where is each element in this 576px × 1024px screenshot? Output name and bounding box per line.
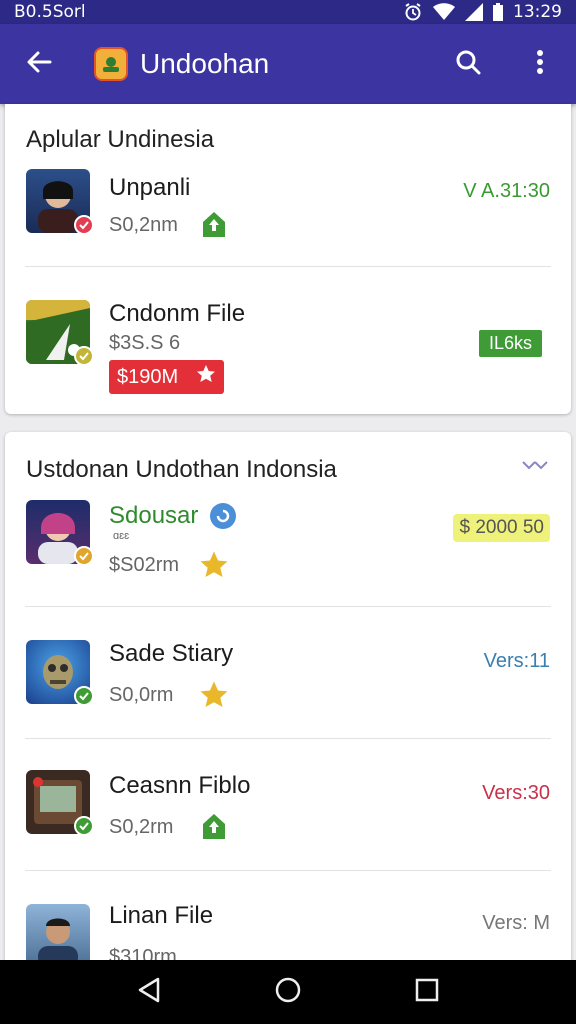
app-thumbnail [26, 169, 94, 235]
app-thumbnail [26, 300, 94, 366]
nav-recents-icon[interactable] [415, 978, 439, 1007]
status-bar: B0.5Sorl 13:29 [0, 0, 576, 24]
star-icon [196, 364, 216, 390]
app-name: Sdousar [109, 502, 199, 529]
search-button[interactable] [432, 24, 504, 104]
list-item[interactable]: Ceasnn Fiblo S0,2rm Vers:30 [5, 740, 571, 870]
storage-icon [201, 812, 227, 845]
battery-icon [493, 3, 503, 21]
nav-back-icon[interactable] [137, 977, 161, 1008]
alarm-icon [403, 2, 423, 22]
app-thumbnail [26, 770, 94, 836]
app-thumbnail [26, 640, 94, 706]
star-icon [199, 680, 229, 715]
divider [25, 870, 551, 871]
app-name: Sade Stiary [109, 640, 234, 667]
app-title: Undoohan [140, 48, 270, 79]
price-badge[interactable]: $190M [109, 360, 225, 394]
more-vert-icon [536, 49, 544, 80]
app-thumbnail [26, 904, 90, 968]
search-icon [455, 49, 481, 80]
verified-badge-icon [74, 346, 94, 366]
price-tag: $ 2000 50 [453, 514, 550, 542]
list-item[interactable]: Sdousar ɑɛɛ $S02rm $ 2000 50 [5, 494, 571, 604]
app-name: Linan File [109, 902, 214, 929]
overflow-menu-button[interactable] [504, 24, 576, 104]
verified-badge-icon [74, 546, 94, 566]
app-size: S0,2rm [109, 816, 174, 838]
nav-home-icon[interactable] [275, 977, 301, 1008]
star-icon [199, 550, 229, 585]
signal-icon [465, 3, 483, 21]
app-version: V A.31:30 [463, 180, 550, 202]
app-size: $S02rm [109, 554, 180, 576]
chevron-down-icon[interactable] [521, 458, 551, 479]
verified-badge-icon [74, 686, 94, 706]
section-title: Aplular Undinesia [26, 126, 215, 153]
divider [25, 738, 551, 739]
list-item[interactable]: Cndonm File $3S.S 6 IL6ks $190M [5, 272, 571, 402]
app-subtitle: ɑɛɛ [113, 530, 130, 542]
app-name: Ceasnn Fiblo [109, 772, 251, 799]
status-time: 13:29 [513, 2, 562, 22]
app-name: Cndonm File [109, 300, 246, 327]
app-name: Unpanli [109, 174, 191, 201]
wifi-icon [433, 3, 455, 21]
section-card-2: Ustdonan Undothan Indonsia Sdousar ɑɛɛ $… [5, 432, 571, 972]
app-thumbnail [26, 500, 94, 566]
app-size: $3S.S 6 [109, 332, 181, 354]
list-item[interactable]: Linan File $310rm Vers: M [5, 872, 571, 972]
list-item[interactable]: Unpanli S0,2nm V A.31:30 [5, 164, 571, 268]
version-tag: IL6ks [478, 330, 542, 357]
status-icons: 13:29 [403, 2, 562, 22]
price-text: $190M [117, 365, 179, 388]
section-card-1: Aplular Undinesia Unpanli S0,2nm V A.31:… [5, 104, 571, 414]
app-version: Vers:11 [483, 650, 550, 672]
back-button[interactable] [0, 24, 78, 104]
app-size: S0,2nm [109, 214, 178, 236]
app-size: S0,0rm [109, 684, 174, 706]
app-bar: Undoohan [0, 24, 576, 104]
list-item[interactable]: Sade Stiary S0,0rm Vers:11 [5, 608, 571, 738]
divider [25, 606, 551, 607]
verified-badge-icon [74, 816, 94, 836]
system-nav-bar [0, 960, 576, 1024]
app-logo [94, 47, 128, 81]
arrow-left-icon [25, 48, 53, 81]
app-version: Vers:30 [482, 782, 550, 804]
info-badge-icon [209, 502, 237, 535]
verified-badge-icon [74, 215, 94, 235]
status-left-text: B0.5Sorl [14, 2, 86, 22]
section-title: Ustdonan Undothan Indonsia [26, 456, 337, 483]
app-version: Vers: M [482, 912, 550, 934]
storage-icon [201, 210, 227, 243]
divider [25, 266, 551, 267]
